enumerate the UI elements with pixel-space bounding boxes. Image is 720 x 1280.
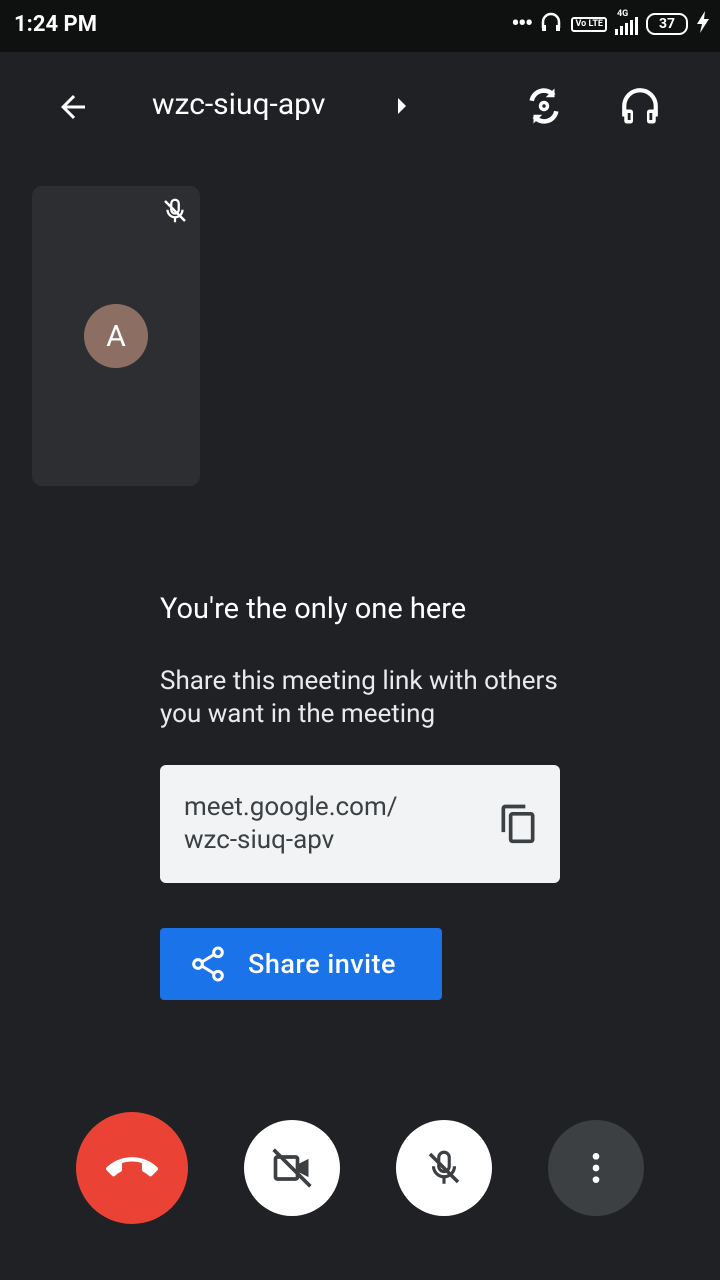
network-label: 4G <box>617 9 629 19</box>
switch-camera-icon <box>529 88 559 124</box>
share-invite-button[interactable]: Share invite <box>160 928 442 1000</box>
mic-off-icon <box>160 196 190 230</box>
meeting-details-button[interactable] <box>392 94 412 118</box>
end-call-icon <box>106 1157 158 1177</box>
chevron-right-icon <box>398 98 406 114</box>
top-bar: wzc-siuq-apv <box>0 52 720 160</box>
self-view-tile[interactable]: A <box>32 186 200 486</box>
back-arrow-icon <box>61 95 85 119</box>
more-options-button[interactable] <box>548 1120 644 1216</box>
battery-level: 37 <box>658 16 676 32</box>
switch-camera-button[interactable] <box>518 80 570 132</box>
back-button[interactable] <box>48 82 98 132</box>
copy-icon <box>501 804 535 844</box>
headphones-icon <box>622 88 658 124</box>
headphones-status-icon <box>539 10 563 38</box>
status-icons: ••• Vo LTE 4G 37 <box>511 9 710 39</box>
meeting-link-line1: meet.google.com/ <box>184 792 398 822</box>
more-vert-icon <box>592 1153 600 1183</box>
volte-icon: Vo LTE <box>571 16 607 32</box>
share-icon <box>188 944 228 984</box>
share-invite-label: Share invite <box>248 948 397 980</box>
avatar-initial: A <box>106 318 126 354</box>
mic-toggle-button[interactable] <box>396 1120 492 1216</box>
share-instructions: Share this meeting link with others you … <box>160 666 558 729</box>
end-call-button[interactable] <box>76 1112 188 1224</box>
mic-off-icon <box>428 1150 460 1184</box>
avatar: A <box>84 304 148 368</box>
video-off-icon <box>272 1148 312 1188</box>
meeting-link: meet.google.com/ wzc-siuq-apv <box>184 791 398 857</box>
more-dots-icon: ••• <box>511 9 533 39</box>
audio-output-button[interactable] <box>614 80 666 132</box>
battery-icon: 37 <box>646 13 688 35</box>
signal-icon: 4G <box>615 9 638 35</box>
meeting-code[interactable]: wzc-siuq-apv <box>152 87 325 122</box>
copy-button[interactable] <box>496 801 540 845</box>
meeting-link-line2: wzc-siuq-apv <box>184 825 335 855</box>
charging-icon <box>696 11 710 37</box>
camera-toggle-button[interactable] <box>244 1120 340 1216</box>
meeting-link-box[interactable]: meet.google.com/ wzc-siuq-apv <box>160 765 560 883</box>
status-time: 1:24 PM <box>14 12 97 37</box>
heading: You're the only one here <box>160 592 467 626</box>
status-bar: 1:24 PM ••• Vo LTE 4G 37 <box>0 0 720 52</box>
